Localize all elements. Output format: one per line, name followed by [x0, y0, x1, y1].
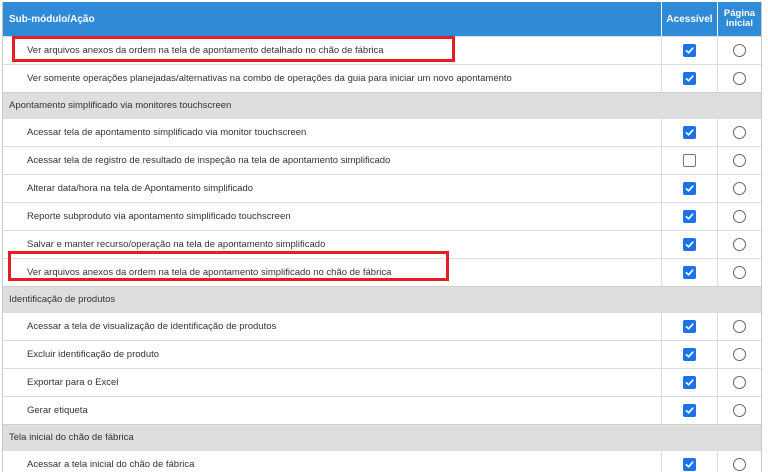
group-label: Apontamento simplificado via monitores t…	[9, 100, 232, 111]
home-page-cell	[717, 231, 761, 258]
action-label: Salvar e manter recurso/operação na tela…	[27, 239, 326, 250]
home-page-cell	[717, 65, 761, 92]
radio-icon[interactable]	[733, 72, 746, 85]
action-label: Exportar para o Excel	[27, 377, 119, 388]
accessible-cell	[661, 37, 717, 64]
action-label: Gerar etiqueta	[27, 405, 88, 416]
radio-icon[interactable]	[733, 182, 746, 195]
table-row: Acessar a tela inicial do chão de fábric…	[3, 450, 761, 472]
accessible-cell	[661, 287, 717, 312]
group-row: Apontamento simplificado via monitores t…	[3, 92, 761, 118]
action-label: Alterar data/hora na tela de Apontamento…	[27, 183, 254, 194]
home-page-cell	[717, 259, 761, 286]
home-page-cell	[717, 425, 761, 450]
radio-icon[interactable]	[733, 126, 746, 139]
column-header-accessible[interactable]: Acessível	[661, 2, 717, 36]
radio-icon[interactable]	[733, 376, 746, 389]
table-row: Reporte subproduto via apontamento simpl…	[3, 202, 761, 230]
permissions-table: Sub-módulo/Ação Acessível Página inicial …	[2, 2, 762, 472]
accessible-cell	[661, 397, 717, 424]
table-header: Sub-módulo/Ação Acessível Página inicial	[3, 2, 761, 36]
accessible-cell	[661, 369, 717, 396]
home-page-cell	[717, 203, 761, 230]
home-page-cell	[717, 175, 761, 202]
accessible-cell	[661, 147, 717, 174]
group-label: Tela inicial do chão de fábrica	[9, 432, 134, 443]
accessible-cell	[661, 93, 717, 118]
table-row: Ver somente operações planejadas/alterna…	[3, 64, 761, 92]
table-body: Ver arquivos anexos da ordem na tela de …	[3, 36, 761, 472]
checkbox-checked-icon[interactable]	[683, 210, 696, 223]
table-row: Salvar e manter recurso/operação na tela…	[3, 230, 761, 258]
radio-icon[interactable]	[733, 44, 746, 57]
radio-icon[interactable]	[733, 210, 746, 223]
checkbox-checked-icon[interactable]	[683, 376, 696, 389]
home-page-cell	[717, 287, 761, 312]
home-page-cell	[717, 37, 761, 64]
action-label: Ver somente operações planejadas/alterna…	[27, 73, 512, 84]
column-header-home-page[interactable]: Página inicial	[717, 2, 761, 36]
column-header-action[interactable]: Sub-módulo/Ação	[3, 2, 661, 36]
group-row: Tela inicial do chão de fábrica	[3, 424, 761, 450]
radio-icon[interactable]	[733, 320, 746, 333]
checkbox-checked-icon[interactable]	[683, 458, 696, 471]
home-page-cell	[717, 119, 761, 146]
radio-icon[interactable]	[733, 238, 746, 251]
radio-icon[interactable]	[733, 348, 746, 361]
checkbox-checked-icon[interactable]	[683, 126, 696, 139]
checkbox-checked-icon[interactable]	[683, 72, 696, 85]
accessible-cell	[661, 425, 717, 450]
action-label: Ver arquivos anexos da ordem na tela de …	[27, 45, 384, 56]
accessible-cell	[661, 341, 717, 368]
table-row: Gerar etiqueta	[3, 396, 761, 424]
checkbox-checked-icon[interactable]	[683, 266, 696, 279]
table-row: Acessar a tela de visualização de identi…	[3, 312, 761, 340]
group-row: Identificação de produtos	[3, 286, 761, 312]
accessible-cell	[661, 203, 717, 230]
checkbox-checked-icon[interactable]	[683, 320, 696, 333]
table-row: Acessar tela de registro de resultado de…	[3, 146, 761, 174]
column-header-home-line2: inicial	[726, 18, 753, 29]
accessible-cell	[661, 313, 717, 340]
radio-icon[interactable]	[733, 266, 746, 279]
home-page-cell	[717, 93, 761, 118]
action-label: Acessar a tela de visualização de identi…	[27, 321, 277, 332]
action-label: Acessar tela de registro de resultado de…	[27, 155, 391, 166]
table-row: Alterar data/hora na tela de Apontamento…	[3, 174, 761, 202]
home-page-cell	[717, 451, 761, 472]
accessible-cell	[661, 451, 717, 472]
table-row: Ver arquivos anexos da ordem na tela de …	[3, 36, 761, 64]
checkbox-checked-icon[interactable]	[683, 404, 696, 417]
accessible-cell	[661, 65, 717, 92]
checkbox-checked-icon[interactable]	[683, 44, 696, 57]
action-label: Excluir identificação de produto	[27, 349, 160, 360]
checkbox-checked-icon[interactable]	[683, 182, 696, 195]
checkbox-checked-icon[interactable]	[683, 238, 696, 251]
action-label: Reporte subproduto via apontamento simpl…	[27, 211, 291, 222]
accessible-cell	[661, 231, 717, 258]
checkbox-checked-icon[interactable]	[683, 348, 696, 361]
action-label: Ver arquivos anexos da ordem na tela de …	[27, 267, 392, 278]
group-label: Identificação de produtos	[9, 294, 116, 305]
radio-icon[interactable]	[733, 404, 746, 417]
action-label: Acessar tela de apontamento simplificado…	[27, 127, 307, 138]
radio-icon[interactable]	[733, 458, 746, 471]
checkbox-unchecked-icon[interactable]	[683, 154, 696, 167]
action-label: Acessar a tela inicial do chão de fábric…	[27, 459, 195, 470]
home-page-cell	[717, 313, 761, 340]
radio-icon[interactable]	[733, 154, 746, 167]
home-page-cell	[717, 397, 761, 424]
accessible-cell	[661, 175, 717, 202]
table-row: Excluir identificação de produto	[3, 340, 761, 368]
accessible-cell	[661, 119, 717, 146]
table-row: Exportar para o Excel	[3, 368, 761, 396]
home-page-cell	[717, 147, 761, 174]
table-row: Ver arquivos anexos da ordem na tela de …	[3, 258, 761, 286]
home-page-cell	[717, 341, 761, 368]
accessible-cell	[661, 259, 717, 286]
home-page-cell	[717, 369, 761, 396]
table-row: Acessar tela de apontamento simplificado…	[3, 118, 761, 146]
